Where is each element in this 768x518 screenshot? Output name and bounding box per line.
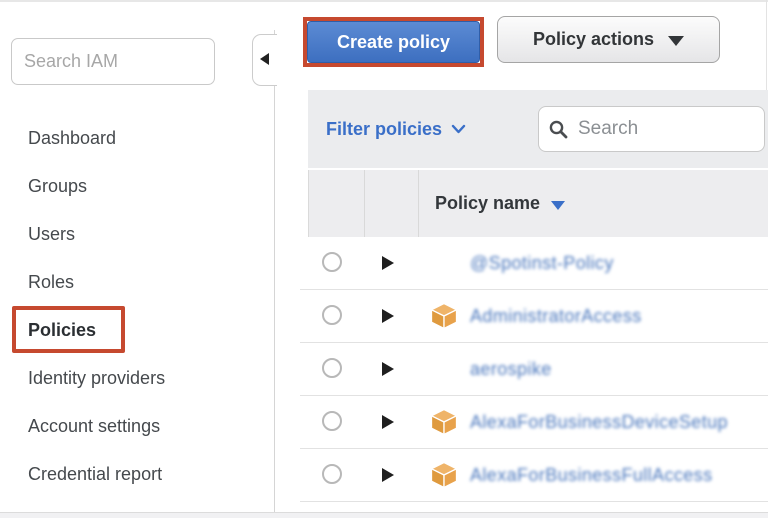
expand-arrow-icon[interactable]: [382, 256, 394, 270]
radio-button[interactable]: [322, 464, 342, 484]
aws-managed-icon: [430, 461, 458, 489]
radio-button[interactable]: [322, 252, 342, 272]
iam-search-input[interactable]: [11, 38, 215, 85]
policy-name-link[interactable]: AlexaForBusinessDeviceSetup: [470, 396, 728, 448]
sidebar-item-credential-report[interactable]: Credential report: [0, 450, 274, 498]
expand-arrow-icon[interactable]: [382, 468, 394, 482]
policy-name-link[interactable]: aerospike: [470, 343, 552, 395]
table-row: AlexaForBusinessFullAccess: [300, 449, 768, 502]
policy-actions-label: Policy actions: [533, 29, 654, 50]
policy-name-header-label: Policy name: [435, 193, 540, 214]
sidebar-item-roles[interactable]: Roles: [0, 258, 274, 306]
chevron-down-icon: [668, 36, 684, 46]
sidebar-item-account-settings[interactable]: Account settings: [0, 402, 274, 450]
table-row: @Spotinst-Policy: [300, 237, 768, 290]
column-header-policy-name[interactable]: Policy name: [435, 170, 565, 237]
policy-name-link[interactable]: @Spotinst-Policy: [470, 237, 614, 289]
radio-button[interactable]: [322, 305, 342, 325]
radio-button[interactable]: [322, 411, 342, 431]
filter-policies-label: Filter policies: [326, 119, 442, 140]
sidebar-nav: Dashboard Groups Users Roles Policies Id…: [0, 114, 274, 498]
policy-search-box[interactable]: [538, 106, 765, 152]
policy-name-link[interactable]: AlexaForBusinessFullAccess: [470, 449, 712, 501]
table-row: AdministratorAccess: [300, 290, 768, 343]
collapse-left-arrow-icon: [260, 53, 269, 65]
chevron-down-icon: [451, 124, 466, 134]
sidebar-collapse-tab[interactable]: [252, 34, 277, 86]
aws-managed-icon: [430, 302, 458, 330]
create-policy-button[interactable]: Create policy: [307, 21, 480, 63]
column-separator: [418, 170, 419, 237]
table-row: aerospike: [300, 343, 768, 396]
sidebar-item-dashboard[interactable]: Dashboard: [0, 114, 274, 162]
filter-policies-dropdown[interactable]: Filter policies: [326, 90, 466, 168]
expand-arrow-icon[interactable]: [382, 415, 394, 429]
sidebar-item-policies[interactable]: Policies: [0, 306, 274, 354]
policy-actions-button[interactable]: Policy actions: [497, 16, 720, 63]
sidebar-item-groups[interactable]: Groups: [0, 162, 274, 210]
table-header: Policy name: [308, 170, 768, 237]
sidebar-item-identity-providers[interactable]: Identity providers: [0, 354, 274, 402]
policy-name-link[interactable]: AdministratorAccess: [470, 290, 642, 342]
iam-sidebar: Dashboard Groups Users Roles Policies Id…: [0, 2, 274, 512]
expand-arrow-icon[interactable]: [382, 362, 394, 376]
sort-caret-icon: [551, 201, 565, 210]
radio-button[interactable]: [322, 358, 342, 378]
sidebar-divider: [274, 30, 275, 512]
search-icon: [549, 120, 568, 139]
policy-table-body: @Spotinst-Policy AdministratorAccess aer…: [300, 237, 768, 502]
table-row: AlexaForBusinessDeviceSetup: [300, 396, 768, 449]
aws-managed-icon: [430, 249, 458, 277]
column-separator: [364, 170, 365, 237]
expand-arrow-icon[interactable]: [382, 309, 394, 323]
bottom-edge-strip: [0, 512, 768, 518]
sidebar-item-users[interactable]: Users: [0, 210, 274, 258]
filter-bar: Filter policies: [308, 90, 768, 168]
aws-managed-icon: [430, 355, 458, 383]
aws-managed-icon: [430, 408, 458, 436]
policy-search-input[interactable]: [576, 117, 754, 141]
right-edge-border: [766, 0, 767, 90]
